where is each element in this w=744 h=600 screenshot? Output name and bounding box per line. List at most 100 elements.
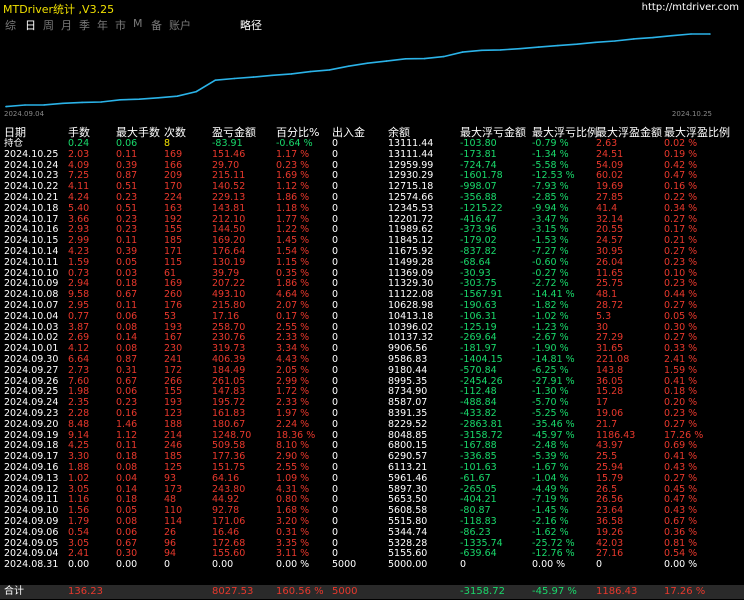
table-row[interactable]: 2024.10.21 4.24 0.23 224 229.13 1.86 % 0 12574.… (0, 192, 744, 203)
cell-maxlots: 0.11 (116, 300, 138, 311)
cell-maxfppct: 0.27 % (664, 332, 698, 344)
table-row[interactable]: 2024.09.18 4.25 0.11 246 509.58 8.10 % 0 6800.1… (0, 440, 744, 451)
cell-pct: 4.31 % (276, 483, 310, 495)
equity-point (62, 102, 64, 105)
table-row[interactable]: 持仓 0.24 0.06 8 -83.91 -0.64 % 0 13111.44 -103.80… (0, 138, 744, 149)
table-row[interactable]: 2024.09.13 1.02 0.04 93 64.16 1.09 % 0 5961.46 -… (0, 473, 744, 484)
cell-pl: 130.19 (212, 256, 246, 268)
table-row[interactable]: 2024.09.12 3.05 0.14 173 243.80 4.31 % 0 5897.3… (0, 484, 744, 495)
column-header[interactable]: 最大浮亏比例 (532, 124, 598, 139)
column-header[interactable]: 最大浮盈金额 (596, 124, 662, 139)
table-row[interactable]: 2024.09.26 7.60 0.67 266 261.05 2.99 % 0 8995.3… (0, 376, 744, 387)
cell-bal: 5961.46 (388, 472, 428, 484)
table-row[interactable]: 2024.10.10 0.73 0.03 61 39.79 0.35 % 0 11369.09… (0, 268, 744, 279)
table-row[interactable]: 2024.10.08 9.58 0.67 260 493.10 4.64 % 0 11122.… (0, 289, 744, 300)
table-row[interactable]: 2024.09.17 3.30 0.18 185 177.36 2.90 % 0 6290.5… (0, 451, 744, 462)
tab-7[interactable]: M (133, 17, 143, 30)
cell-maxfp: 221.08 (596, 354, 630, 365)
cell-maxdd: -80.87 (460, 505, 491, 517)
cell-lots: 1.88 (68, 462, 90, 473)
column-header[interactable]: 次数 (164, 124, 186, 139)
column-header[interactable]: 最大手数 (116, 124, 160, 139)
column-header[interactable]: 百分比% (276, 124, 319, 139)
table-row[interactable]: 2024.09.04 2.41 0.30 94 155.60 3.11 % 0 5155.60… (0, 548, 744, 559)
table-row[interactable]: 2024.10.24 4.09 0.39 166 29.70 0.23 % 0 12959.9… (0, 160, 744, 171)
column-header[interactable]: 最大浮亏金额 (460, 124, 526, 139)
table-row[interactable]: 2024.09.11 1.16 0.18 48 44.92 0.80 % 0 5653.50 -… (0, 494, 744, 505)
table-row[interactable]: 2024.09.05 3.05 0.67 96 172.68 3.35 % 0 5328.28… (0, 538, 744, 549)
table-row[interactable]: 2024.10.07 2.95 0.11 176 215.80 2.07 % 0 10628.… (0, 300, 744, 311)
table-row[interactable]: 2024.09.23 2.28 0.16 123 161.83 1.97 % 0 8391.3… (0, 408, 744, 419)
table-row[interactable]: 2024.10.18 5.40 0.51 163 143.81 1.18 % 0 12345.… (0, 203, 744, 214)
cell-bal: 9180.44 (388, 364, 428, 376)
column-header[interactable]: 手数 (68, 124, 90, 139)
cell-maxlots: 0.06 (116, 310, 138, 322)
table-row[interactable]: 2024.10.09 2.94 0.18 169 207.22 1.86 % 0 11329.… (0, 278, 744, 289)
cell-maxfppct: 0.10 % (664, 267, 698, 279)
table-row[interactable]: 2024.09.19 9.14 1.12 214 1248.70 18.36 % 0 8048… (0, 430, 744, 441)
cell-bal: 6113.21 (388, 462, 428, 473)
cell-pl: 180.67 (212, 418, 246, 430)
table-row[interactable]: 2024.10.16 2.93 0.23 155 144.50 1.22 % 0 11989.… (0, 224, 744, 235)
cell-date: 2024.10.07 (4, 300, 59, 311)
cell-maxfp: 43.97 (596, 440, 624, 452)
table-row[interactable]: 2024.10.01 4.12 0.08 230 319.73 3.34 % 0 9906.5… (0, 343, 744, 354)
equity-point (24, 104, 26, 106)
table-row[interactable]: 2024.09.16 1.88 0.08 125 151.75 2.55 % 0 6113.2… (0, 462, 744, 473)
table-row[interactable]: 2024.10.17 3.66 0.23 192 212.10 1.77 % 0 12201.… (0, 214, 744, 225)
column-header[interactable]: 余额 (388, 124, 410, 139)
column-header[interactable]: 最大浮盈比例 (664, 124, 730, 139)
cell-lots: 1.56 (68, 505, 90, 517)
table-row[interactable]: 2024.10.25 2.03 0.11 169 151.46 1.17 % 0 13111.… (0, 149, 744, 160)
cell-maxdd: -112.48 (460, 386, 497, 398)
cell-date: 2024.10.17 (4, 213, 59, 225)
cell-bal: 12715.18 (388, 181, 434, 193)
table-row[interactable]: 2024.10.04 0.77 0.06 53 17.16 0.17 % 0 10413.18… (0, 311, 744, 322)
cell-maxddpct: -4.49 % (532, 483, 569, 495)
cell-count: 176 (164, 300, 183, 311)
cell-pct: 4.64 % (276, 289, 310, 301)
cell-count: 193 (164, 397, 183, 409)
website-link[interactable]: http://mtdriver.com (642, 2, 739, 13)
cell-count: 173 (164, 483, 183, 495)
table-row[interactable]: 2024.10.02 2.69 0.14 167 230.76 2.33 % 0 10137.… (0, 332, 744, 343)
cell-maxddpct: -2.85 % (532, 192, 569, 203)
table-row[interactable]: 2024.09.24 2.35 0.23 193 195.72 2.33 % 0 8587.0… (0, 397, 744, 408)
cell-maxlots: 1.46 (116, 418, 138, 430)
cell-maxlots: 0.05 (116, 256, 138, 268)
table-row[interactable]: 2024.10.03 3.87 0.08 193 258.70 2.55 % 0 10396.… (0, 322, 744, 333)
cell-dep: 0 (332, 429, 339, 441)
column-header[interactable]: 出入金 (332, 124, 365, 139)
cell-maxlots: 0.30 (116, 548, 138, 560)
cell-maxddpct: -1.67 % (532, 462, 569, 473)
column-header[interactable]: 日期 (4, 124, 26, 139)
cell-maxlots: 0.08 (116, 321, 138, 333)
cell-pl: 64.16 (212, 472, 240, 484)
cell-maxdd: -404.21 (460, 494, 497, 506)
cell-pl: 406.39 (212, 354, 246, 365)
table-row[interactable]: 2024.10.23 7.25 0.87 209 215.11 1.69 % 0 12930.… (0, 170, 744, 181)
table-row[interactable]: 2024.09.20 8.48 1.46 188 180.67 2.24 % 0 8229.5… (0, 419, 744, 430)
table-row[interactable]: 2024.09.10 1.56 0.05 110 92.78 1.68 % 0 5608.58… (0, 505, 744, 516)
cell-maxddpct: -35.46 % (532, 418, 575, 430)
table-row[interactable]: 2024.10.22 4.11 0.51 170 140.52 1.12 % 0 12715.… (0, 181, 744, 192)
cell-lots: 2.35 (68, 397, 90, 409)
table-row[interactable]: 2024.09.27 2.73 0.31 172 184.49 2.05 % 0 9180.4… (0, 365, 744, 376)
table-row[interactable]: 2024.10.11 1.59 0.05 115 130.19 1.15 % 0 11499.… (0, 257, 744, 268)
table-row[interactable]: 2024.10.14 4.23 0.39 171 176.64 1.54 % 0 11675.… (0, 246, 744, 257)
cell-pl: 215.11 (212, 170, 246, 182)
table-row[interactable]: 2024.09.06 0.54 0.06 26 16.46 0.31 % 0 5344.74 -… (0, 527, 744, 538)
table-row[interactable]: 2024.09.25 1.98 0.06 155 147.83 1.72 % 0 8734.9… (0, 386, 744, 397)
cell-bal: 11329.30 (388, 278, 434, 290)
table-row[interactable]: 2024.09.30 6.64 0.87 241 406.39 4.43 % 0 9586.8… (0, 354, 744, 365)
table-row[interactable]: 2024.09.09 1.79 0.08 114 171.06 3.20 % 0 5515.8… (0, 516, 744, 527)
cell-count: 94 (164, 548, 177, 560)
cell-maxlots: 0.51 (116, 202, 138, 214)
column-header[interactable]: 盈亏金额 (212, 124, 256, 139)
table-row[interactable]: 2024.10.15 2.99 0.11 185 169.20 1.45 % 0 11845.… (0, 235, 744, 246)
cell-lots: 2.99 (68, 235, 90, 247)
cell-maxfp: 24.57 (596, 235, 624, 247)
cell-pct: -0.64 % (276, 138, 313, 149)
table-row[interactable]: 2024.08.31 0.00 0.00 0 0.00 0.00 % 5000 5000.00… (0, 559, 744, 570)
cell-pl: 258.70 (212, 321, 246, 333)
